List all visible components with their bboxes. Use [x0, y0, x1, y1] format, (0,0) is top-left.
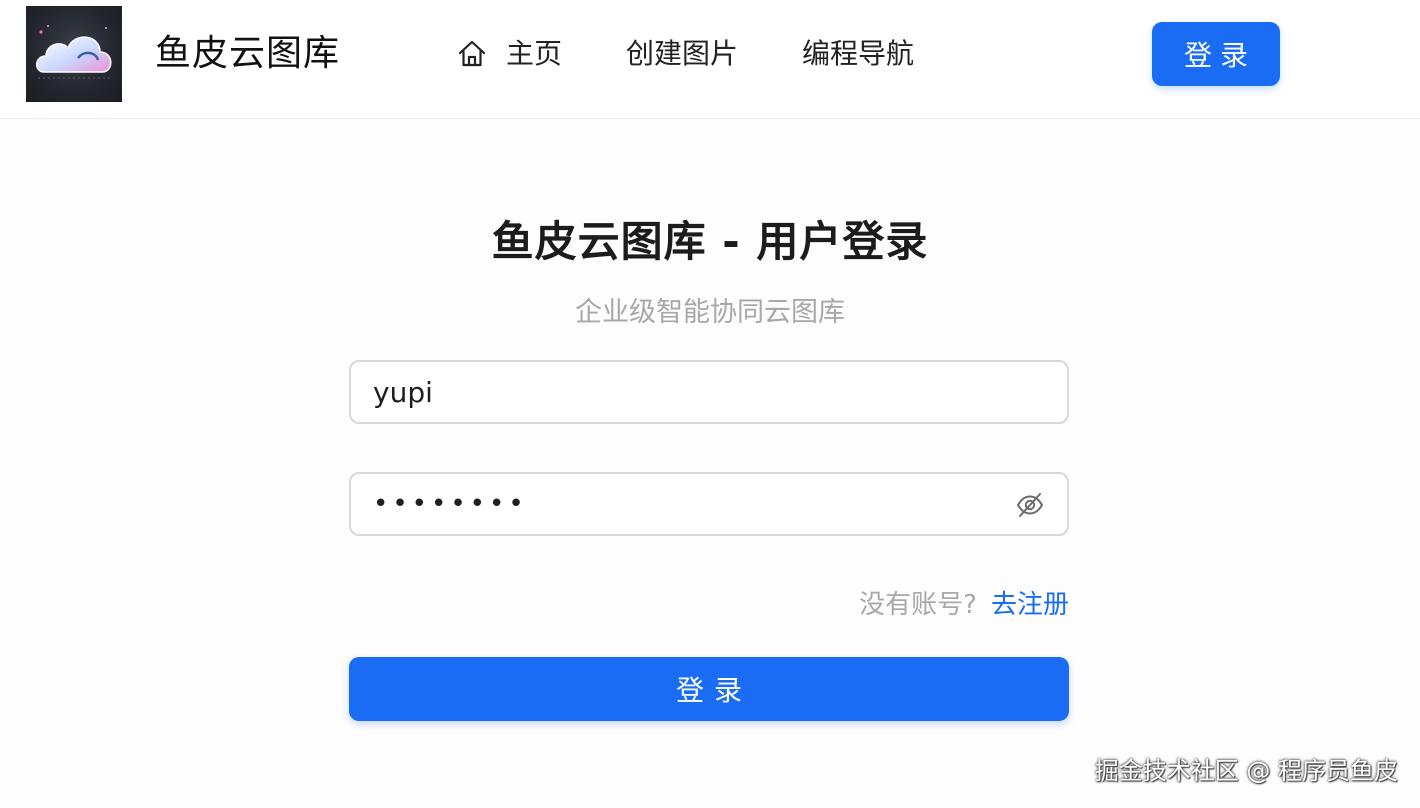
watermark: 掘金技术社区 @ 程序员鱼皮 — [1094, 757, 1398, 785]
register-link[interactable]: 去注册 — [991, 590, 1069, 620]
nav-item-programming-nav[interactable]: 编程导航 — [802, 34, 914, 74]
nav-item-label: 编程导航 — [802, 37, 915, 70]
password-input[interactable] — [373, 474, 993, 534]
nav-item-home[interactable]: 主页 — [456, 34, 562, 74]
nav-item-label: 主页 — [506, 37, 563, 70]
cloud-logo-icon — [36, 25, 112, 79]
register-hint: 没有账号? — [859, 590, 977, 620]
password-field[interactable] — [349, 472, 1069, 536]
eye-invisible-icon[interactable] — [1015, 490, 1045, 520]
login-title: 鱼皮云图库 - 用户登录 — [491, 217, 929, 266]
login-subtitle: 企业级智能协同云图库 — [575, 297, 845, 328]
nav-item-create-image[interactable]: 创建图片 — [626, 34, 738, 74]
header-login-button[interactable]: 登录 — [1152, 22, 1280, 86]
login-submit-button[interactable]: 登录 — [349, 657, 1069, 721]
top-header: 鱼皮云图库 主页 创建图片 编程导航 登录 — [0, 0, 1420, 119]
home-icon — [458, 40, 486, 67]
username-field[interactable] — [349, 360, 1069, 424]
cloud-logo[interactable] — [26, 6, 122, 102]
main-nav: 主页 创建图片 编程导航 — [456, 34, 914, 74]
register-row: 没有账号? 去注册 — [349, 586, 1069, 624]
username-input[interactable] — [373, 362, 993, 422]
nav-item-label: 创建图片 — [626, 37, 739, 70]
site-title[interactable]: 鱼皮云图库 — [155, 30, 340, 78]
